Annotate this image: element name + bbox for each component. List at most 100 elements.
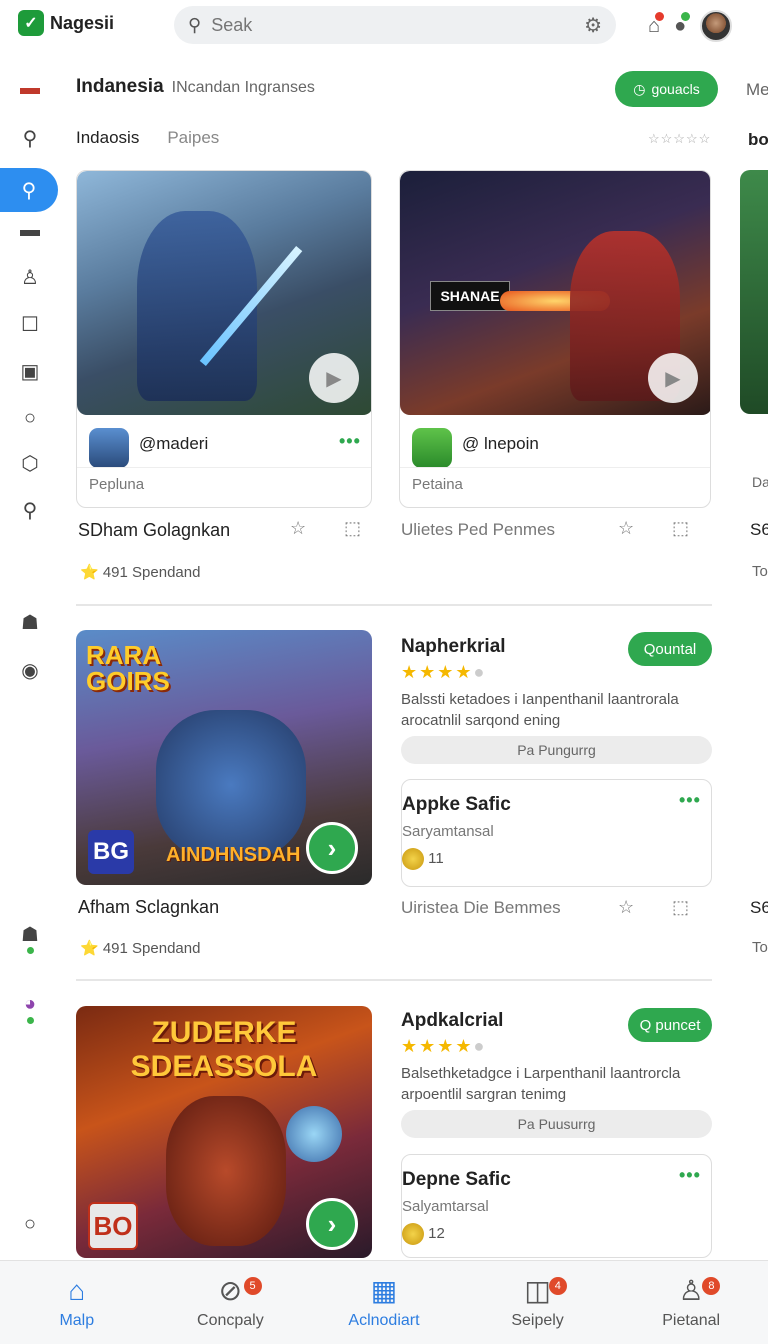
- sidebar-item-explore[interactable]: ⚲: [0, 168, 58, 212]
- sidebar-item-home[interactable]: ▬: [0, 66, 60, 110]
- thumb-title: ZUDERKE SDEASSOLA: [130, 1016, 318, 1083]
- favorite-icon[interactable]: ☆: [618, 518, 634, 539]
- bottom-nav: ⌂ Malp ⊘ 5 Concpaly ▦ Aclnodiart ◫ 4 Sei…: [0, 1260, 768, 1344]
- edge-title: S6: [750, 520, 768, 539]
- channel-meta: Petaina: [412, 476, 463, 493]
- sidebar-item-search[interactable]: ⚲: [0, 116, 60, 160]
- app-logo[interactable]: ✓ Nagesii: [18, 10, 114, 36]
- search-icon: ⚲: [188, 14, 202, 35]
- chat-icon: ◕: [23, 992, 37, 1015]
- channel-handle[interactable]: @ lnepoin: [462, 434, 539, 454]
- favorite-icon[interactable]: ☆: [618, 897, 634, 918]
- game-title[interactable]: Afham Sclagnkan: [78, 897, 219, 918]
- notification-icon[interactable]: ⌂: [648, 11, 665, 38]
- channel-handle[interactable]: @maderi: [139, 434, 208, 454]
- featured-thumbnail[interactable]: RARA GOIRS AINDHNSDAH BG ›: [76, 630, 372, 885]
- game-stats: ⭐ 491 Spendand: [80, 940, 201, 957]
- check-shield-icon: ✓: [18, 10, 44, 36]
- share-icon[interactable]: ⬚: [672, 897, 689, 918]
- favorite-icon[interactable]: ☆: [290, 518, 306, 539]
- box-icon: ◫: [524, 1274, 551, 1306]
- tab-paipes[interactable]: Paipes: [167, 128, 219, 148]
- feature-title[interactable]: Napherkrial: [401, 636, 506, 658]
- next-button[interactable]: ›: [306, 1198, 358, 1250]
- nav-map[interactable]: ⌂ Malp: [0, 1261, 154, 1344]
- sidebar: ▬ ⚲ ⚲ ▬ ♙ ☐ ▣ ○ ⬡ ⚲ ☗ ◉ ☗ ◕ ○: [0, 60, 60, 1250]
- search-input[interactable]: [211, 14, 575, 36]
- more-icon[interactable]: •••: [679, 1165, 701, 1186]
- play-button[interactable]: ▶: [648, 353, 698, 403]
- partial-card-thumbnail[interactable]: [740, 170, 768, 414]
- nav-personal[interactable]: ♙ 8 Pietanal: [614, 1261, 768, 1344]
- gear-icon[interactable]: ⚙: [584, 13, 602, 38]
- game-title-secondary[interactable]: Uiristea Die Bemmes: [401, 898, 561, 918]
- video-thumbnail[interactable]: SHANAE ▶: [400, 171, 710, 415]
- video-card[interactable]: ▶ @maderi ••• Pepluna: [76, 170, 372, 508]
- target-icon: ◉: [21, 659, 39, 682]
- feature-description: Balssti ketadoes i Ianpenthanil laantror…: [401, 691, 679, 729]
- sidebar-item-people[interactable]: ☗: [0, 600, 60, 644]
- sidebar-item-profile[interactable]: ♙: [0, 255, 60, 299]
- game-stats: ⭐ 491 Spendand: [80, 564, 201, 581]
- sub-card[interactable]: Appke Safic ••• Saryamtansal 11: [401, 779, 712, 887]
- follow-chip-button[interactable]: ◷ gouacls: [615, 71, 718, 107]
- sidebar-item-chat[interactable]: ◕: [0, 982, 60, 1026]
- sidebar-item-library[interactable]: ▬: [0, 208, 60, 252]
- app-icon: [412, 428, 452, 468]
- nav-company[interactable]: ⊘ 5 Concpaly: [154, 1261, 308, 1344]
- video-thumbnail[interactable]: ▶: [77, 171, 371, 415]
- feature-title[interactable]: Apdkalcrial: [401, 1010, 503, 1032]
- top-bar: ✓ Nagesii ⚲ ⚙ ⌂ ●: [0, 0, 768, 52]
- game-badge: BO: [88, 1202, 138, 1250]
- more-icon[interactable]: •••: [339, 431, 361, 452]
- game-title[interactable]: SDham Golagnkan: [78, 520, 230, 541]
- nav-supply[interactable]: ◫ 4 Seipely: [461, 1261, 615, 1344]
- game-title[interactable]: Ulietes Ped Penmes: [401, 520, 555, 540]
- game-badge: BG: [88, 830, 134, 874]
- sub-card[interactable]: Depne Safic ••• Salyamtarsal 12: [401, 1154, 712, 1258]
- page-title: Indanesia: [76, 76, 164, 97]
- sub-card-subtitle: Salyamtarsal: [402, 1198, 489, 1215]
- action-pill-button[interactable]: Pa Puusurrg: [401, 1110, 712, 1138]
- nav-label: Concpaly: [197, 1311, 264, 1329]
- edge-tab-text: bo: [748, 130, 768, 149]
- compass-icon: ⊘: [218, 1274, 243, 1306]
- nav-activity[interactable]: ▦ Aclnodiart: [307, 1261, 461, 1344]
- install-chip-button[interactable]: Qountal: [628, 632, 712, 666]
- play-button[interactable]: ▶: [309, 353, 359, 403]
- hero-figure: [166, 1096, 286, 1246]
- sidebar-item-shield[interactable]: ⬡: [0, 441, 60, 485]
- sidebar-item-media[interactable]: ▣: [0, 349, 60, 393]
- action-pill-button[interactable]: Pa Pungurrg: [401, 736, 712, 764]
- next-button[interactable]: ›: [306, 822, 358, 874]
- sub-card-count: 11: [402, 848, 444, 870]
- sidebar-item-settings[interactable]: ◉: [0, 648, 60, 692]
- status-icon[interactable]: ●: [674, 11, 691, 38]
- share-icon[interactable]: ⬚: [344, 518, 361, 539]
- sidebar-item-more[interactable]: ○: [0, 1202, 60, 1246]
- sidebar-item-square[interactable]: ☐: [0, 302, 60, 346]
- rating-stars[interactable]: ☆☆☆☆☆: [648, 131, 711, 147]
- sidebar-item-circle[interactable]: ○: [0, 396, 60, 440]
- featured-thumbnail[interactable]: ZUDERKE SDEASSOLA BO ›: [76, 1006, 372, 1258]
- install-chip-button[interactable]: Q puncet: [628, 1008, 712, 1042]
- home-icon: ⌂: [68, 1274, 86, 1306]
- edge-stats: To: [752, 939, 768, 956]
- feature-description: Balsethketadgce i Larpenthanil laantrorc…: [401, 1065, 681, 1103]
- sidebar-item-friend[interactable]: ☗: [0, 912, 60, 956]
- nav-label: Pietanal: [662, 1311, 721, 1329]
- shield-icon: ⬡: [21, 452, 39, 475]
- search-bar[interactable]: ⚲ ⚙: [174, 6, 616, 44]
- avatar[interactable]: [700, 10, 733, 42]
- image-icon: ▣: [20, 360, 40, 383]
- share-icon[interactable]: ⬚: [672, 518, 689, 539]
- sidebar-item-location[interactable]: ⚲: [0, 488, 60, 532]
- sub-card-count: 12: [402, 1223, 445, 1245]
- hero-group: [156, 710, 306, 860]
- tab-indaosis[interactable]: Indaosis: [76, 128, 139, 148]
- more-icon[interactable]: •••: [679, 790, 701, 811]
- folder-icon: ▬: [20, 218, 40, 241]
- video-card[interactable]: SHANAE ▶ @ lnepoin Petaina: [399, 170, 711, 508]
- divider: [400, 467, 710, 468]
- online-dot: [27, 947, 34, 954]
